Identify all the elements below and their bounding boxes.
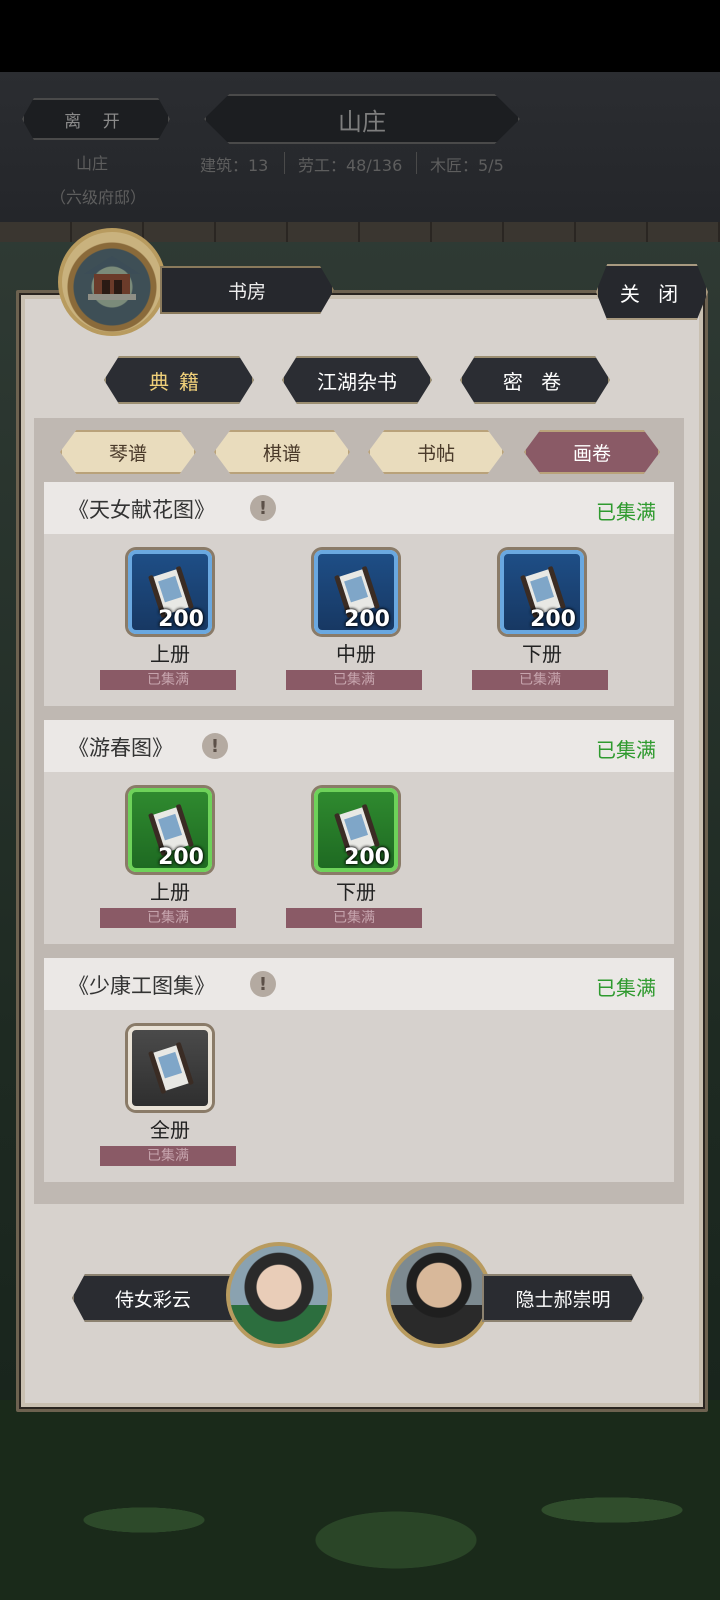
- rank-label: （六级府邸）: [50, 188, 147, 207]
- scroll-item-icon: 200: [314, 550, 398, 634]
- scroll-item-icon: 200: [128, 550, 212, 634]
- subtab-qin-scores[interactable]: 琴谱: [60, 430, 196, 474]
- item-status-bar: 已集满: [100, 908, 236, 928]
- item-name: 上册: [150, 880, 190, 904]
- section-header: 《游春图》 ! 已集满: [44, 720, 674, 772]
- pavilion-icon: [84, 256, 140, 300]
- section-status: 已集满: [596, 500, 656, 524]
- scroll-item-icon: 200: [500, 550, 584, 634]
- collection-section: 《天女献花图》 ! 已集满 200 上册 已集满 200 中册 已集满 200: [44, 482, 674, 706]
- scroll-icon: [148, 1042, 194, 1094]
- item-count: 200: [158, 607, 204, 632]
- info-icon[interactable]: !: [250, 971, 276, 997]
- item-name: 中册: [336, 642, 376, 666]
- item-status-bar: 已集满: [286, 908, 422, 928]
- subtab-chess-records[interactable]: 棋谱: [214, 430, 350, 474]
- item-count: 200: [530, 607, 576, 632]
- painting-volume-item[interactable]: 200 上册 已集满: [100, 788, 240, 938]
- item-status-bar: 已集满: [100, 1146, 236, 1166]
- item-name: 下册: [522, 642, 562, 666]
- status-bar: [0, 0, 720, 72]
- npc-name-tag-maid[interactable]: 侍女彩云: [72, 1274, 234, 1322]
- scroll-item-icon: 200: [314, 788, 398, 872]
- scroll-item-icon: 200: [128, 788, 212, 872]
- section-title: 《少康工图集》: [68, 974, 215, 998]
- tab-secret-scrolls[interactable]: 密 卷: [460, 356, 610, 404]
- item-name: 下册: [336, 880, 376, 904]
- divider: [416, 152, 417, 174]
- section-title: 《游春图》: [68, 736, 173, 760]
- tab-classics[interactable]: 典籍: [104, 356, 254, 404]
- scroll-item-icon: [128, 1026, 212, 1110]
- item-name: 上册: [150, 642, 190, 666]
- item-name: 全册: [150, 1118, 190, 1142]
- painting-volume-item[interactable]: 200 上册 已集满: [100, 550, 240, 700]
- item-count: 200: [344, 845, 390, 870]
- tab-jianghu-books[interactable]: 江湖杂书: [282, 356, 432, 404]
- section-status: 已集满: [596, 976, 656, 1000]
- stat-labor: 劳工：48/136: [298, 156, 403, 175]
- estate-title: 山庄: [204, 94, 520, 144]
- painting-volume-item[interactable]: 200 下册 已集满: [286, 788, 426, 938]
- npc-portrait-hermit[interactable]: [386, 1242, 492, 1348]
- section-header: 《天女献花图》 ! 已集满: [44, 482, 674, 534]
- item-status-bar: 已集满: [100, 670, 236, 690]
- close-button[interactable]: 关 闭: [596, 264, 708, 320]
- subtab-calligraphy[interactable]: 书帖: [368, 430, 504, 474]
- foliage: [0, 1400, 720, 1600]
- info-icon[interactable]: !: [202, 733, 228, 759]
- item-status-bar: 已集满: [472, 670, 608, 690]
- location-label: 山庄: [76, 154, 109, 173]
- section-status: 已集满: [596, 738, 656, 762]
- collection-section: 《游春图》 ! 已集满 200 上册 已集满 200 下册 已集满: [44, 720, 674, 944]
- stat-carpenter: 木匠：5/5: [430, 156, 504, 175]
- painting-volume-item[interactable]: 200 中册 已集满: [286, 550, 426, 700]
- painting-volume-item[interactable]: 200 下册 已集满: [472, 550, 612, 700]
- subtab-paintings[interactable]: 画卷: [524, 430, 660, 474]
- collection-section: 《少康工图集》 ! 已集满 全册 已集满: [44, 958, 674, 1182]
- building-icon: [58, 228, 166, 336]
- item-status-bar: 已集满: [286, 670, 422, 690]
- leave-button[interactable]: 离 开: [22, 98, 170, 140]
- section-title: 《天女献花图》: [68, 498, 215, 522]
- npc-portrait-maid[interactable]: [226, 1242, 332, 1348]
- painting-volume-item[interactable]: 全册 已集满: [100, 1026, 240, 1176]
- item-count: 200: [158, 845, 204, 870]
- info-icon[interactable]: !: [250, 495, 276, 521]
- npc-name-tag-hermit[interactable]: 隐士郝崇明: [482, 1274, 644, 1322]
- stat-buildings: 建筑：13: [200, 156, 269, 175]
- item-count: 200: [344, 607, 390, 632]
- section-header: 《少康工图集》 ! 已集满: [44, 958, 674, 1010]
- divider: [284, 152, 285, 174]
- room-name-tag: 书房: [160, 266, 334, 314]
